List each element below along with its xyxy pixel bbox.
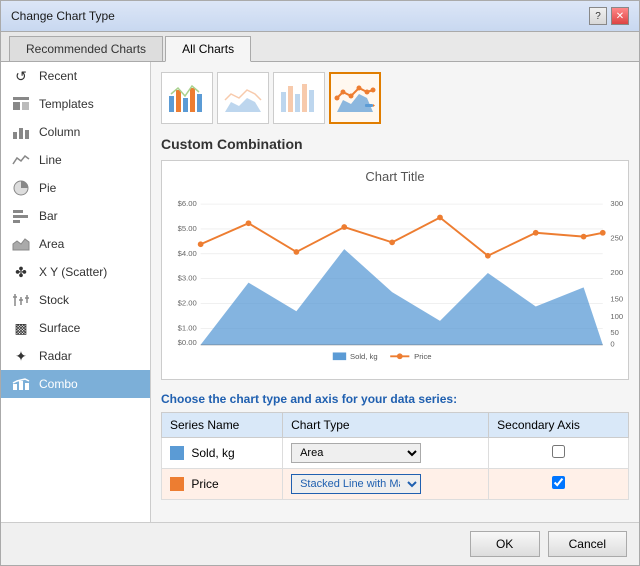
sidebar-label-xy: X Y (Scatter) [39,265,107,279]
series-1-secondary-axis-checkbox[interactable] [552,476,565,489]
column-icon [11,124,31,140]
help-button[interactable]: ? [589,7,607,25]
col-chart-type: Chart Type [283,413,489,438]
sidebar-item-column[interactable]: Column [1,118,150,146]
sidebar-item-xy[interactable]: ✤ X Y (Scatter) [1,258,150,286]
series-0-color [170,446,184,460]
sidebar-label-line: Line [39,153,62,167]
chart-svg: $6.00 $5.00 $4.00 $3.00 $2.00 $1.00 $0.0… [170,188,620,358]
change-chart-type-dialog: Change Chart Type ? ✕ Recommended Charts… [0,0,640,566]
sidebar-item-bar[interactable]: Bar [1,202,150,230]
series-section: Choose the chart type and axis for your … [161,392,629,500]
series-0-chart-type-cell: Area Line Column Stacked Line with Marke… [283,438,489,469]
sidebar-label-templates: Templates [39,97,94,111]
sidebar-item-combo[interactable]: Combo [1,370,150,398]
series-table: Series Name Chart Type Secondary Axis So… [161,412,629,500]
recent-icon: ↺ [11,68,31,84]
sidebar-item-recent[interactable]: ↺ Recent [1,62,150,90]
chart-title: Chart Title [170,169,620,184]
chart-preview: Chart Title $6.00 $5.00 $4.00 $3.00 $2.0… [161,160,629,380]
sidebar-label-radar: Radar [39,349,72,363]
sidebar-item-stock[interactable]: Stock [1,286,150,314]
combo-type-4-btn[interactable] [329,72,381,124]
series-1-chart-type-select[interactable]: Stacked Line with Ma... Line Area Column [291,474,421,494]
sidebar: ↺ Recent Templates Column Line [1,62,151,522]
series-1-name: Price [162,469,283,500]
combo-type-3-btn[interactable] [273,72,325,124]
svg-text:$1.00: $1.00 [178,323,197,332]
svg-text:50: 50 [610,328,619,337]
radar-icon: ✦ [11,348,31,364]
series-prompt: Choose the chart type and axis for your … [161,392,629,406]
svg-text:100: 100 [610,312,623,321]
sidebar-label-recent: Recent [39,69,77,83]
tab-all-charts[interactable]: All Charts [165,36,251,62]
svg-text:Price: Price [414,352,431,361]
sidebar-label-area: Area [39,237,64,251]
series-0-chart-type-select[interactable]: Area Line Column Stacked Line with Marke… [291,443,421,463]
sidebar-item-line[interactable]: Line [1,146,150,174]
sidebar-item-radar[interactable]: ✦ Radar [1,342,150,370]
svg-text:$5.00: $5.00 [178,224,197,233]
sidebar-label-combo: Combo [39,377,78,391]
area-icon [11,236,31,252]
sidebar-label-stock: Stock [39,293,69,307]
dialog-footer: OK Cancel [1,522,639,565]
svg-text:250: 250 [610,233,623,242]
sidebar-item-surface[interactable]: ▩ Surface [1,314,150,342]
surface-icon: ▩ [11,320,31,336]
series-0-secondary-axis-checkbox[interactable] [552,445,565,458]
line-icon [11,152,31,168]
sidebar-item-templates[interactable]: Templates [1,90,150,118]
close-button[interactable]: ✕ [611,7,629,25]
svg-text:$2.00: $2.00 [178,299,197,308]
dialog-title: Change Chart Type [11,9,115,23]
series-1-secondary-axis-cell [489,469,629,500]
svg-text:$3.00: $3.00 [178,274,197,283]
section-title: Custom Combination [161,136,629,152]
svg-text:$4.00: $4.00 [178,249,197,258]
svg-text:300: 300 [610,199,623,208]
combo-icon [11,376,31,392]
title-bar: Change Chart Type ? ✕ [1,1,639,32]
sidebar-item-area[interactable]: Area [1,230,150,258]
stock-icon [11,292,31,308]
xy-icon: ✤ [11,264,31,280]
series-row-0: Sold, kg Area Line Column Stacked Line w… [162,438,629,469]
sidebar-label-bar: Bar [39,209,58,223]
svg-text:$0.00: $0.00 [178,338,197,347]
col-series-name: Series Name [162,413,283,438]
pie-icon [11,180,31,196]
svg-text:0: 0 [610,340,614,349]
series-row-1: Price Stacked Line with Ma... Line Area … [162,469,629,500]
chart-icons-row [161,72,629,124]
sidebar-label-surface: Surface [39,321,80,335]
sidebar-label-pie: Pie [39,181,56,195]
ok-button[interactable]: OK [470,531,540,557]
tab-recommended[interactable]: Recommended Charts [9,36,163,61]
bar-icon [11,208,31,224]
combo-type-2-btn[interactable] [217,72,269,124]
sidebar-item-pie[interactable]: Pie [1,174,150,202]
series-1-chart-type-cell: Stacked Line with Ma... Line Area Column [283,469,489,500]
dialog-body: ↺ Recent Templates Column Line [1,62,639,522]
combo-type-1-btn[interactable] [161,72,213,124]
templates-icon [11,96,31,112]
sidebar-label-column: Column [39,125,80,139]
svg-text:$6.00: $6.00 [178,199,197,208]
series-1-color [170,477,184,491]
svg-text:150: 150 [610,295,623,304]
title-bar-controls: ? ✕ [589,7,629,25]
series-0-secondary-axis-cell [489,438,629,469]
svg-text:200: 200 [610,268,623,277]
col-secondary-axis: Secondary Axis [489,413,629,438]
cancel-button[interactable]: Cancel [548,531,627,557]
svg-text:Sold, kg: Sold, kg [350,352,378,361]
series-0-name: Sold, kg [162,438,283,469]
dialog-tabs: Recommended Charts All Charts [1,32,639,62]
main-panel: Custom Combination Chart Title $6.00 $5.… [151,62,639,522]
